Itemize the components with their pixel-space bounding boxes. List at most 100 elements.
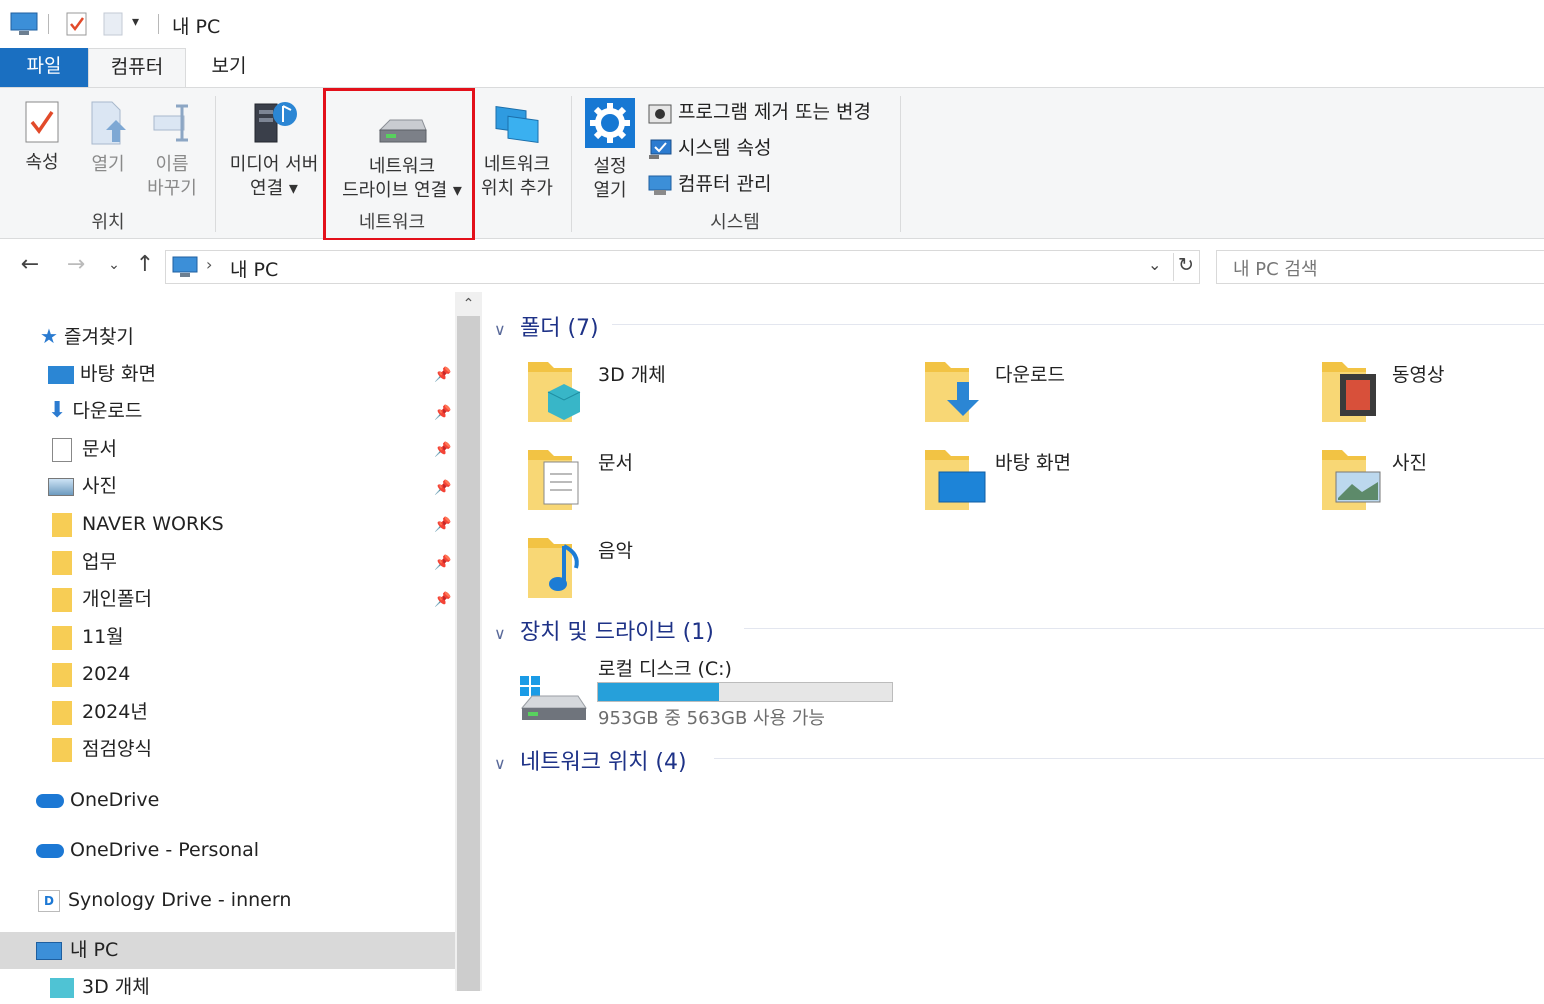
uninstall-icon (648, 104, 672, 123)
nav-item-folder[interactable]: 업무 (52, 545, 117, 579)
nav-item-downloads[interactable]: ⬇ 다운로드 (48, 394, 142, 428)
pin-icon[interactable]: 📌 (434, 405, 451, 421)
folder-icon (52, 587, 72, 612)
nav-3d-objects-label: 3D 개체 (82, 976, 150, 998)
nav-item-folder[interactable]: 개인폴더 (52, 582, 152, 616)
properties-icon (25, 101, 59, 143)
search-placeholder: 내 PC 검색 (1233, 259, 1318, 280)
media-server-button[interactable]: 미디어 서버 연결 ▾ (224, 96, 324, 201)
section-folders[interactable]: ∨ 폴더 (7) (494, 310, 599, 342)
pin-icon[interactable]: 📌 (434, 517, 451, 533)
pin-icon[interactable]: 📌 (434, 442, 451, 458)
folder-tile[interactable]: 다운로드 (923, 352, 1283, 432)
document-icon (52, 437, 72, 462)
pin-icon[interactable]: 📌 (434, 592, 451, 608)
folder-tile[interactable]: 바탕 화면 (923, 440, 1283, 520)
properties-button[interactable]: 속성 (14, 100, 70, 175)
nav-item-folder[interactable]: 11월 (52, 620, 124, 654)
rename-icon (153, 104, 188, 142)
search-input[interactable]: 내 PC 검색 (1216, 250, 1544, 284)
this-pc-address-icon (172, 256, 198, 277)
tab-view[interactable]: 보기 (186, 48, 272, 87)
folder-icon (52, 625, 72, 650)
nav-onedrive-personal[interactable]: OneDrive - Personal (36, 833, 259, 867)
rename-button[interactable]: 이름 바꾸기 (142, 100, 202, 201)
folder-label: 음악 (598, 540, 633, 562)
open-button[interactable]: 열기 (80, 100, 136, 177)
navigation-pane: ★ 즐겨찾기 바탕 화면 ⬇ 다운로드 문서 사진 NAVER WORKS 업무 … (0, 292, 482, 998)
pin-icon[interactable]: 📌 (434, 480, 451, 496)
nav-synology-drive[interactable]: D Synology Drive - innern (38, 883, 291, 917)
nav-this-pc[interactable]: 내 PC (36, 933, 118, 967)
folder-label: 다운로드 (995, 364, 1065, 386)
open-settings-button[interactable]: 설정 열기 (580, 98, 640, 203)
synology-folder-icon (52, 550, 72, 575)
download-arrow-icon: ⬇ (48, 398, 67, 423)
system-properties-label: 시스템 속성 (678, 137, 772, 159)
uninstall-program-button[interactable]: 프로그램 제거 또는 변경 (648, 97, 871, 127)
scroll-up-icon[interactable]: ⌃ (455, 292, 482, 316)
nav-item-label: 2024 (82, 663, 131, 685)
tab-file[interactable]: 파일 (0, 48, 88, 87)
nav-scrollbar[interactable]: ⌃ (455, 292, 482, 991)
chevron-down-icon: ∨ (494, 624, 506, 643)
tab-computer[interactable]: 컴퓨터 (88, 48, 186, 87)
section-folders-label: 폴더 (7) (520, 316, 599, 341)
nav-onedrive-personal-label: OneDrive - Personal (70, 839, 260, 861)
nav-item-documents[interactable]: 문서 (48, 432, 117, 466)
open-icon (91, 101, 126, 145)
computer-management-icon (648, 175, 672, 195)
qat-dropdown-icon[interactable]: ▾ (132, 14, 139, 30)
nav-item-folder[interactable]: 점검양식 (52, 732, 152, 766)
nav-item-pictures[interactable]: 사진 (48, 469, 117, 503)
nav-3d-objects[interactable]: 3D 개체 (50, 970, 150, 1004)
documents-folder-icon (528, 450, 579, 510)
3d-objects-icon (50, 977, 74, 998)
uninstall-label: 프로그램 제거 또는 변경 (678, 101, 871, 123)
ribbon-tabs: 파일 컴퓨터 보기 (0, 48, 1544, 87)
folder-tile[interactable]: 사진 (1320, 440, 1540, 520)
nav-quick-access[interactable]: ★ 즐겨찾기 (40, 319, 134, 353)
folder-tile[interactable]: 음악 (526, 528, 886, 608)
pictures-folder-icon (1322, 450, 1381, 510)
nav-item-desktop[interactable]: 바탕 화면 (48, 357, 156, 391)
system-properties-button[interactable]: 시스템 속성 (648, 133, 771, 163)
forward-arrow-icon[interactable]: → (62, 252, 90, 280)
scroll-thumb[interactable] (457, 316, 480, 991)
properties-qat-icon[interactable] (66, 12, 88, 36)
nav-item-label: NAVER WORKS (82, 513, 224, 535)
nav-onedrive[interactable]: OneDrive (36, 783, 159, 817)
open-label: 열기 (91, 154, 125, 175)
address-dropdown-icon[interactable]: ⌄ (1148, 255, 1161, 274)
back-arrow-icon[interactable]: ← (16, 252, 44, 280)
address-bar[interactable]: › 내 PC ⌄ ↻ (165, 250, 1200, 284)
nav-item-folder[interactable]: 2024년 (52, 695, 148, 729)
breadcrumb-this-pc[interactable]: 내 PC (230, 255, 278, 282)
folder-tile[interactable]: 동영상 (1320, 352, 1540, 432)
drive-usage-fill (598, 683, 719, 701)
cloud-icon (36, 793, 64, 808)
chevron-down-icon: ∨ (494, 320, 506, 339)
recent-locations-chevron-icon[interactable]: ⌄ (100, 252, 128, 280)
window-title: 내 PC (172, 16, 221, 38)
up-arrow-icon[interactable]: ↑ (131, 252, 159, 280)
computer-management-button[interactable]: 컴퓨터 관리 (648, 169, 771, 199)
folder-label: 바탕 화면 (995, 452, 1071, 474)
nav-item-folder[interactable]: 2024 (52, 657, 130, 691)
rename-label-2: 바꾸기 (147, 178, 197, 199)
computer-icon (36, 941, 62, 960)
section-devices[interactable]: ∨ 장치 및 드라이브 (1) (494, 614, 714, 646)
nav-item-label: 개인폴더 (82, 588, 152, 610)
breadcrumb-chevron-icon[interactable]: › (206, 255, 212, 274)
media-server-label-2: 연결 ▾ (250, 178, 298, 199)
folder-tile[interactable]: 문서 (526, 440, 886, 520)
add-network-location-button[interactable]: 네트워크 위치 추가 (476, 102, 558, 201)
new-folder-qat-icon[interactable] (103, 12, 123, 36)
pin-icon[interactable]: 📌 (434, 555, 451, 571)
pin-icon[interactable]: 📌 (434, 367, 451, 383)
folder-tile[interactable]: 3D 개체 (526, 352, 886, 432)
section-network-locations[interactable]: ∨ 네트워크 위치 (4) (494, 744, 687, 776)
windows-drive-icon (520, 676, 587, 720)
nav-item-folder[interactable]: NAVER WORKS (52, 507, 224, 541)
refresh-icon[interactable]: ↻ (1178, 254, 1194, 276)
